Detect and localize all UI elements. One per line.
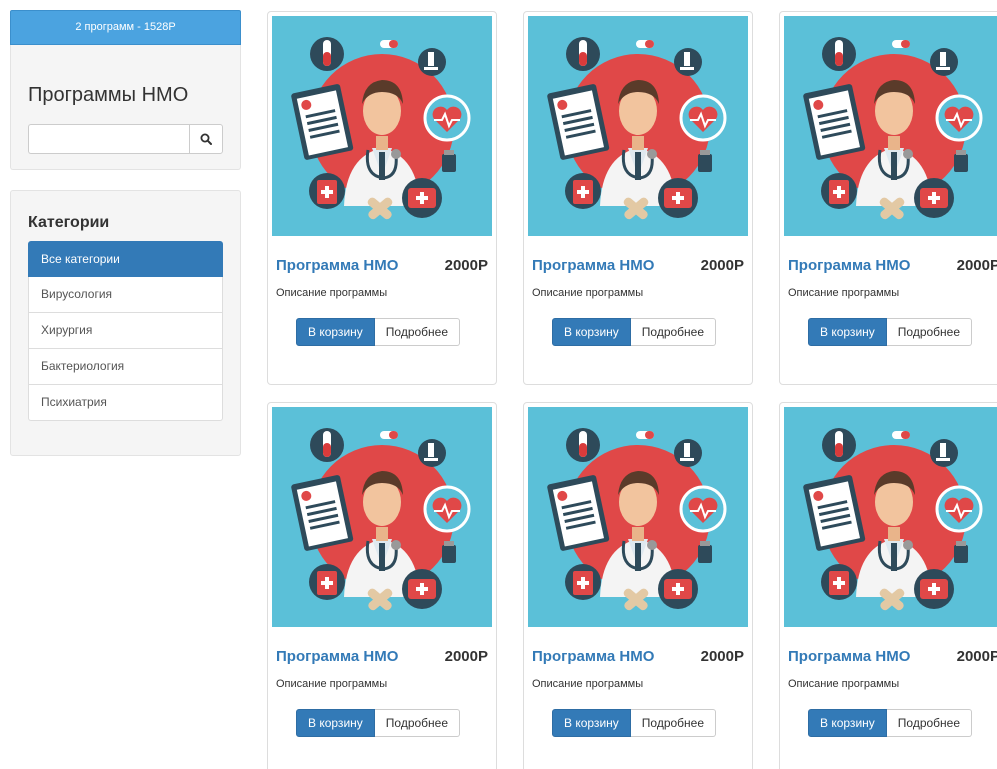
product-price: 2000Р (444, 257, 488, 274)
product-card: Программа НМО 2000Р Описание программы В… (267, 402, 497, 769)
add-to-cart-button[interactable]: В корзину (296, 709, 375, 737)
product-price: 2000Р (956, 648, 997, 665)
product-actions: В корзину Подробнее (552, 318, 717, 346)
product-actions: В корзину Подробнее (296, 709, 461, 737)
details-button[interactable]: Подробнее (886, 318, 973, 346)
product-title[interactable]: Программа НМО (788, 257, 910, 274)
product-description: Описание программы (788, 678, 900, 690)
details-button[interactable]: Подробнее (630, 709, 717, 737)
category-item-surgery[interactable]: Хирургия (28, 313, 223, 349)
search-icon (200, 133, 212, 145)
product-card: Программа НМО 2000Р Описание программы В… (523, 11, 753, 385)
categories-title: Категории (28, 214, 110, 231)
product-price: 2000Р (956, 257, 997, 274)
cart-summary-button[interactable]: 2 программ - 1528Р (10, 10, 241, 45)
product-description: Описание программы (788, 287, 900, 299)
product-actions: В корзину Подробнее (808, 709, 973, 737)
doctor-illustration-icon[interactable] (272, 16, 492, 236)
product-price: 2000Р (700, 648, 744, 665)
product-card: Программа НМО 2000Р Описание программы В… (779, 402, 997, 769)
add-to-cart-button[interactable]: В корзину (808, 318, 887, 346)
doctor-illustration-icon[interactable] (784, 407, 997, 627)
product-price: 2000Р (444, 648, 488, 665)
doctor-illustration-icon[interactable] (528, 16, 748, 236)
product-grid: Программа НМО 2000Р Описание программы В… (267, 11, 997, 769)
add-to-cart-button[interactable]: В корзину (552, 709, 631, 737)
panel-title: Программы НМО (28, 84, 189, 106)
product-actions: В корзину Подробнее (808, 318, 973, 346)
details-button[interactable]: Подробнее (630, 318, 717, 346)
doctor-illustration-icon[interactable] (272, 407, 492, 627)
product-price: 2000Р (700, 257, 744, 274)
product-title[interactable]: Программа НМО (532, 648, 654, 665)
doctor-illustration-icon[interactable] (784, 16, 997, 236)
product-description: Описание программы (276, 287, 388, 299)
category-item-virology[interactable]: Вирусология (28, 277, 223, 313)
product-title[interactable]: Программа НМО (276, 257, 398, 274)
add-to-cart-button[interactable]: В корзину (552, 318, 631, 346)
product-title[interactable]: Программа НМО (276, 648, 398, 665)
product-title[interactable]: Программа НМО (532, 257, 654, 274)
product-description: Описание программы (276, 678, 388, 690)
add-to-cart-button[interactable]: В корзину (808, 709, 887, 737)
product-description: Описание программы (532, 678, 644, 690)
product-card: Программа НМО 2000Р Описание программы В… (779, 11, 997, 385)
product-card: Программа НМО 2000Р Описание программы В… (523, 402, 753, 769)
search-input[interactable] (28, 124, 189, 154)
category-item-psychiatry[interactable]: Психиатрия (28, 385, 223, 421)
search-button[interactable] (189, 124, 223, 154)
details-button[interactable]: Подробнее (374, 709, 461, 737)
search-bar (28, 124, 223, 154)
product-actions: В корзину Подробнее (296, 318, 461, 346)
product-card: Программа НМО 2000Р Описание программы В… (267, 11, 497, 385)
product-description: Описание программы (532, 287, 644, 299)
category-item-all[interactable]: Все категории (28, 241, 223, 277)
details-button[interactable]: Подробнее (374, 318, 461, 346)
details-button[interactable]: Подробнее (886, 709, 973, 737)
add-to-cart-button[interactable]: В корзину (296, 318, 375, 346)
product-actions: В корзину Подробнее (552, 709, 717, 737)
doctor-illustration-icon[interactable] (528, 407, 748, 627)
category-list: Все категории Вирусология Хирургия Бакте… (28, 241, 223, 421)
product-title[interactable]: Программа НМО (788, 648, 910, 665)
category-item-bacteriology[interactable]: Бактериология (28, 349, 223, 385)
